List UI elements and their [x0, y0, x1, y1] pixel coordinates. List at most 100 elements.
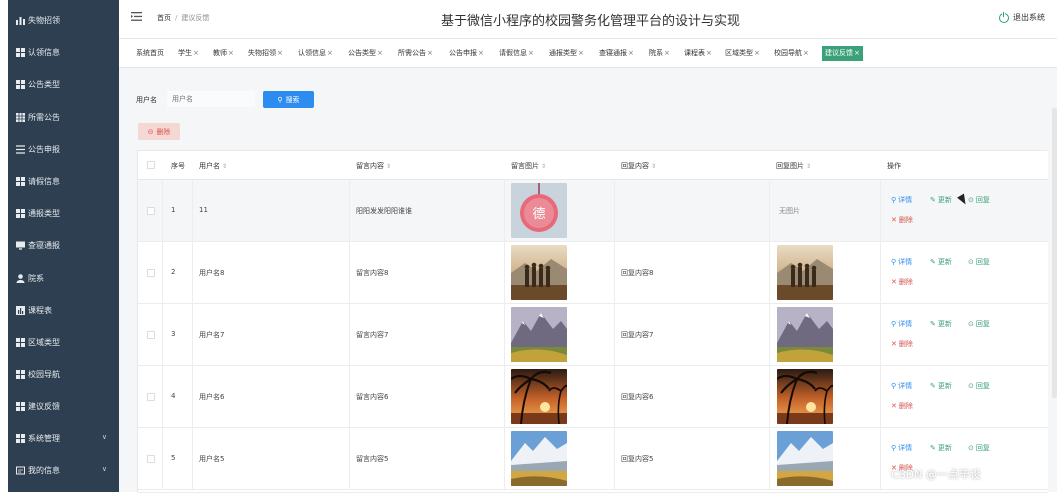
detail-button[interactable]: ⚲ 详情	[891, 319, 912, 329]
detail-button[interactable]: ⚲ 详情	[891, 195, 912, 205]
tab-6[interactable]: 公告类型×	[345, 46, 386, 61]
message-image[interactable]: 德	[511, 183, 567, 238]
sidebar-item-14[interactable]: 系统管理 ∨	[8, 428, 119, 448]
close-icon[interactable]: ×	[754, 49, 760, 57]
tab-8[interactable]: 公告申报×	[446, 46, 487, 61]
sidebar-item-3[interactable]: 公告类型	[8, 74, 119, 94]
reply-image-placeholder: 无图片	[779, 207, 800, 215]
close-icon[interactable]: ×	[803, 49, 809, 57]
header-message-image[interactable]: 留言图片 ⇕	[511, 161, 546, 171]
reply-button[interactable]: ⊙ 回复	[968, 319, 990, 329]
header-reply[interactable]: 回复内容 ⇕	[621, 161, 656, 171]
tab-14[interactable]: 区域类型×	[722, 46, 763, 61]
message-image[interactable]	[511, 431, 567, 486]
tab-13[interactable]: 课程表×	[681, 46, 715, 61]
tab-7[interactable]: 所需公告×	[395, 46, 436, 61]
close-icon[interactable]: ×	[228, 49, 234, 57]
tab-1[interactable]: 系统首页	[133, 46, 167, 61]
sidebar-item-8[interactable]: 查寝通报	[8, 235, 119, 255]
tab-11[interactable]: 查寝通报×	[596, 46, 637, 61]
sidebar-item-12[interactable]: 校园导航	[8, 364, 119, 384]
row-index: 3	[171, 330, 176, 338]
reply-image[interactable]	[777, 431, 833, 486]
row-delete-button[interactable]: ✕ 删除	[891, 401, 913, 411]
message-image[interactable]	[511, 369, 567, 424]
reply-image[interactable]	[777, 245, 833, 300]
row-delete-button[interactable]: ✕ 删除	[891, 339, 913, 349]
sidebar-item-1[interactable]: 失物招领	[8, 10, 119, 30]
reply-image[interactable]	[777, 369, 833, 424]
detail-button[interactable]: ⚲ 详情	[891, 381, 912, 391]
row-checkbox[interactable]	[147, 455, 155, 463]
close-icon[interactable]: ×	[528, 49, 534, 57]
sidebar-item-2[interactable]: 认领信息	[8, 42, 119, 62]
close-icon[interactable]: ×	[427, 49, 433, 57]
logout-button[interactable]: 退出系统	[999, 11, 1045, 23]
row-checkbox[interactable]	[147, 331, 155, 339]
scrollbar[interactable]	[1052, 108, 1057, 398]
update-button[interactable]: ✎ 更新	[930, 195, 952, 205]
close-icon[interactable]: ×	[277, 49, 283, 57]
sidebar-item-13[interactable]: 建议反馈	[8, 396, 119, 416]
sidebar-item-5[interactable]: 公告申报	[8, 139, 119, 159]
delete-button[interactable]: ⊝ 删除	[138, 123, 180, 140]
update-button[interactable]: ✎ 更新	[930, 381, 952, 391]
reply-button[interactable]: ⊙ 回复	[968, 195, 990, 205]
detail-button[interactable]: ⚲ 详情	[891, 257, 912, 267]
sidebar-item-11[interactable]: 区域类型	[8, 332, 119, 352]
row-username: 用户名6	[199, 393, 225, 401]
reply-button[interactable]: ⊙ 回复	[968, 381, 990, 391]
reply-button[interactable]: ⊙ 回复	[968, 443, 990, 453]
tab-label: 所需公告	[398, 49, 426, 57]
header-message[interactable]: 留言内容 ⇕	[356, 161, 391, 171]
sidebar-item-4[interactable]: 所需公告	[8, 107, 119, 127]
row-checkbox[interactable]	[147, 269, 155, 277]
update-button[interactable]: ✎ 更新	[930, 319, 952, 329]
search-input[interactable]	[167, 91, 255, 107]
reply-image[interactable]	[777, 307, 833, 362]
close-icon[interactable]: ×	[578, 49, 584, 57]
close-icon[interactable]: ×	[478, 49, 484, 57]
close-icon[interactable]: ×	[664, 49, 670, 57]
search-button[interactable]: ⚲ 搜索	[263, 91, 314, 108]
grid-icon	[16, 47, 25, 57]
feedback-table: 序号 用户名 ⇕ 留言内容 ⇕ 留言图片 ⇕ 回复内容 ⇕ 回复图片 ⇕ 操作 1 11 阳阳…	[137, 150, 1048, 493]
tab-15[interactable]: 校园导航×	[771, 46, 812, 61]
header-reply-image[interactable]: 回复图片 ⇕	[776, 161, 811, 171]
tab-10[interactable]: 通报类型×	[546, 46, 587, 61]
update-button[interactable]: ✎ 更新	[930, 257, 952, 267]
row-delete-button[interactable]: ✕ 删除	[891, 215, 913, 225]
tab-2[interactable]: 学生×	[175, 46, 202, 61]
close-icon[interactable]: ×	[193, 49, 199, 57]
sidebar-item-15[interactable]: 我的信息 ∨	[8, 460, 119, 480]
tab-9[interactable]: 请假信息×	[496, 46, 537, 61]
close-icon[interactable]: ×	[377, 49, 383, 57]
menu-toggle-icon[interactable]	[131, 12, 142, 21]
message-image[interactable]	[511, 307, 567, 362]
header-username[interactable]: 用户名 ⇕	[199, 161, 227, 171]
reply-button[interactable]: ⊙ 回复	[968, 257, 990, 267]
tab-12[interactable]: 院系×	[646, 46, 673, 61]
breadcrumb-home[interactable]: 首页	[157, 14, 171, 22]
update-button[interactable]: ✎ 更新	[930, 443, 952, 453]
close-icon[interactable]: ×	[628, 49, 634, 57]
close-icon[interactable]: ×	[706, 49, 712, 57]
row-checkbox[interactable]	[147, 393, 155, 401]
sidebar-item-7[interactable]: 通报类型	[8, 203, 119, 223]
delete-button-label: 删除	[156, 127, 171, 136]
sidebar-item-10[interactable]: 课程表	[8, 300, 119, 320]
sidebar-item-9[interactable]: 院系	[8, 268, 119, 288]
tab-4[interactable]: 失物招领×	[245, 46, 286, 61]
close-icon[interactable]: ×	[854, 49, 860, 57]
close-icon[interactable]: ×	[327, 49, 333, 57]
select-all-checkbox[interactable]	[147, 161, 155, 169]
sidebar-item-6[interactable]: 请假信息	[8, 171, 119, 191]
row-checkbox[interactable]	[147, 207, 155, 215]
tab-16[interactable]: 建议反馈×	[822, 46, 863, 61]
tab-5[interactable]: 认领信息×	[295, 46, 336, 61]
tab-3[interactable]: 教师×	[210, 46, 237, 61]
message-image[interactable]	[511, 245, 567, 300]
sidebar-item-label: 课程表	[28, 305, 52, 315]
row-delete-button[interactable]: ✕ 删除	[891, 277, 913, 287]
detail-button[interactable]: ⚲ 详情	[891, 443, 912, 453]
